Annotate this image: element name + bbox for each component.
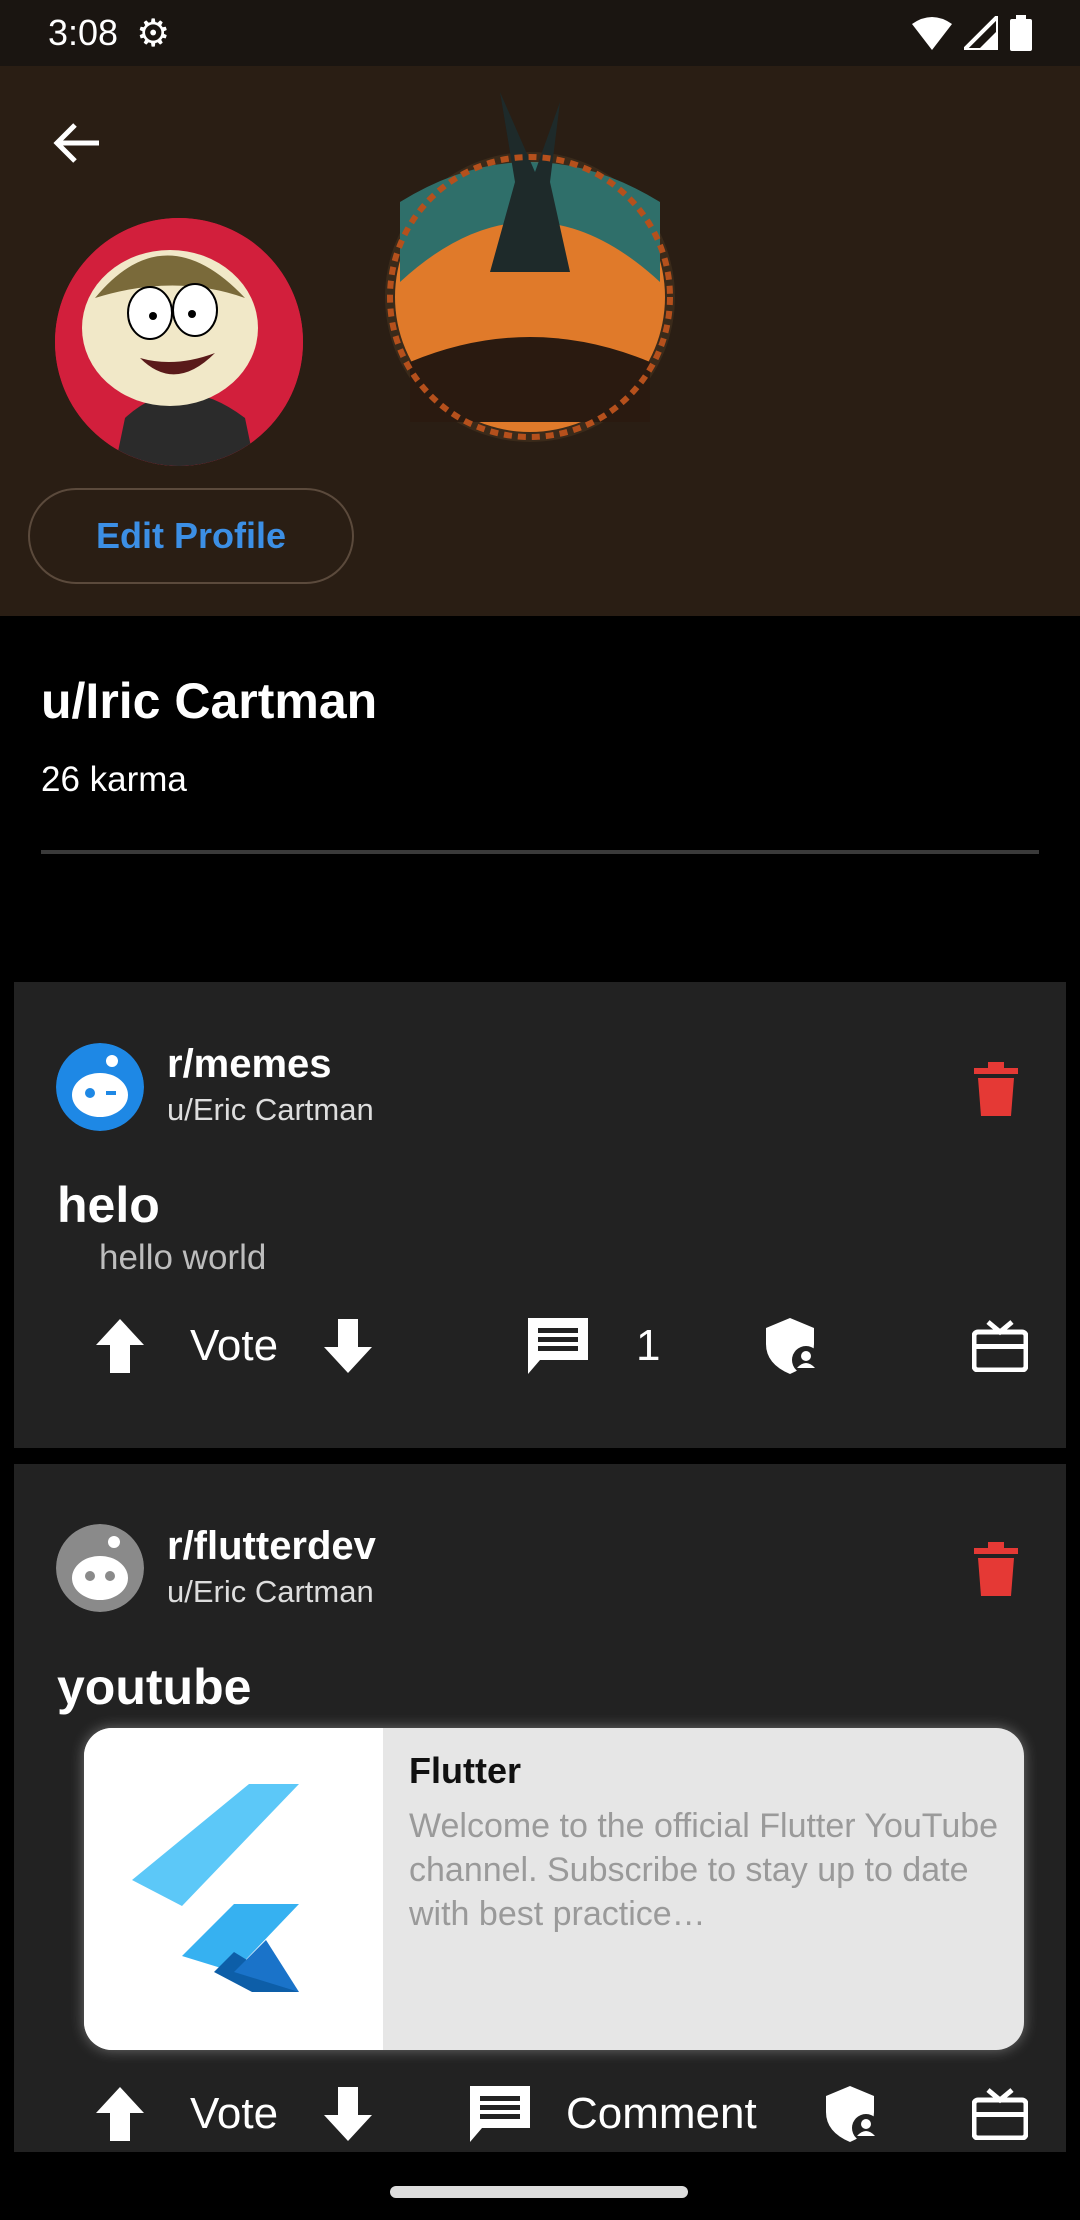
vote-label: Vote bbox=[190, 2089, 279, 2138]
link-title: Flutter bbox=[409, 1750, 521, 1791]
banner-artwork-image bbox=[380, 82, 680, 462]
post-subreddit[interactable]: r/memes bbox=[167, 1042, 332, 1087]
status-time: 3:08 bbox=[48, 12, 119, 53]
link-preview-card[interactable]: Flutter Welcome to the official Flutter … bbox=[84, 1728, 1024, 2050]
arrow-down-icon bbox=[324, 1319, 372, 1373]
profile-karma: 26 karma bbox=[41, 760, 187, 799]
post-author[interactable]: u/Eric Cartman bbox=[167, 1092, 374, 1128]
comment-button[interactable] bbox=[528, 1306, 588, 1386]
arrow-up-icon bbox=[96, 1319, 144, 1373]
trash-icon bbox=[974, 1062, 1018, 1116]
shield-user-icon bbox=[826, 2086, 880, 2142]
arrow-back-icon bbox=[53, 123, 99, 163]
status-bar: 3:08 ⚙ bbox=[0, 0, 1080, 66]
moderation-button[interactable] bbox=[826, 2074, 880, 2154]
post-card[interactable]: r/flutterdev u/Eric Cartman youtube Flut… bbox=[14, 1464, 1066, 2156]
gift-card-icon bbox=[972, 2088, 1028, 2140]
flutter-logo-thumbnail bbox=[84, 1728, 383, 2050]
arrow-down-icon bbox=[324, 2087, 372, 2141]
battery-icon bbox=[1010, 15, 1032, 51]
profile-avatar bbox=[55, 218, 303, 466]
post-author[interactable]: u/Eric Cartman bbox=[167, 1574, 374, 1610]
post-title[interactable]: youtube bbox=[57, 1658, 251, 1716]
edit-profile-label: Edit Profile bbox=[95, 515, 287, 556]
subreddit-avatar[interactable] bbox=[56, 1524, 144, 1612]
upvote-button[interactable] bbox=[96, 1306, 144, 1386]
moderation-button[interactable] bbox=[766, 1306, 820, 1386]
comment-count: 1 bbox=[636, 1321, 661, 1370]
post-actions: Vote 1 bbox=[14, 1306, 1066, 1386]
post-subreddit[interactable]: r/flutterdev bbox=[167, 1524, 376, 1569]
back-button[interactable] bbox=[44, 110, 110, 176]
settings-gear-icon: ⚙ bbox=[136, 12, 171, 55]
trash-icon bbox=[974, 1542, 1018, 1596]
vote-label: Vote bbox=[190, 1321, 279, 1370]
comment-label[interactable]: Comment bbox=[566, 2074, 757, 2154]
signal-icon bbox=[964, 16, 998, 50]
downvote-button[interactable] bbox=[324, 1306, 372, 1386]
profile-username: u/Iric Cartman bbox=[41, 673, 378, 729]
post-title[interactable]: helo bbox=[57, 1176, 160, 1234]
comment-button[interactable] bbox=[470, 2074, 530, 2154]
award-button[interactable] bbox=[972, 2074, 1028, 2154]
post-body: hello world bbox=[99, 1238, 267, 1277]
edit-profile-button[interactable]: Edit Profile bbox=[28, 488, 354, 584]
subreddit-avatar[interactable] bbox=[56, 1043, 144, 1131]
downvote-button[interactable] bbox=[324, 2074, 372, 2154]
profile-divider bbox=[41, 850, 1039, 854]
post-actions: Vote Comment bbox=[14, 2074, 1066, 2154]
delete-post-button[interactable] bbox=[974, 1062, 1024, 1118]
award-button[interactable] bbox=[972, 1306, 1028, 1386]
upvote-button[interactable] bbox=[96, 2074, 144, 2154]
arrow-up-icon bbox=[96, 2087, 144, 2141]
gift-card-icon bbox=[972, 1320, 1028, 1372]
post-card[interactable]: r/memes u/Eric Cartman helo hello world … bbox=[14, 982, 1066, 1448]
comment-icon bbox=[528, 1318, 588, 1374]
link-description: Welcome to the official Flutter YouTube … bbox=[409, 1807, 999, 1933]
comment-icon bbox=[470, 2086, 530, 2142]
wifi-icon bbox=[912, 17, 952, 50]
home-gesture-handle[interactable] bbox=[390, 2186, 688, 2198]
delete-post-button[interactable] bbox=[974, 1542, 1024, 1598]
shield-user-icon bbox=[766, 1318, 820, 1374]
